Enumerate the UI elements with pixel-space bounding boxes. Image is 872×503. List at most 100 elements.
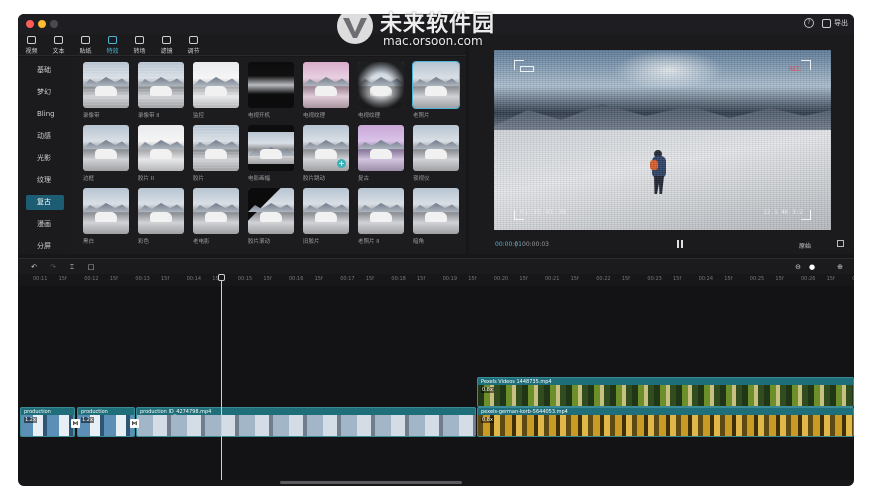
minimize-window-button[interactable] [38, 20, 46, 28]
aspect-ratio-dropdown[interactable]: 原始 [799, 241, 811, 250]
tool-effects[interactable]: 特效 [99, 34, 126, 56]
effect-thumbnail [303, 188, 349, 234]
ruler-tick-label: 15f [109, 276, 118, 282]
filter-icon [162, 35, 171, 44]
effect-tile[interactable]: 老电影 [193, 188, 239, 245]
category-dynamic[interactable]: 动感 [26, 129, 64, 144]
effect-tile[interactable]: 胶片 [193, 125, 239, 182]
zoom-in-icon[interactable]: ⊕ [836, 263, 844, 271]
category-texture[interactable]: 纹理 [26, 173, 64, 188]
effect-tile[interactable]: 录像带 II [138, 62, 184, 119]
effect-thumbnail [248, 125, 294, 171]
export-label: 导出 [834, 19, 848, 27]
effects-icon [108, 35, 117, 44]
current-time: 00:00:01 [495, 241, 522, 248]
timeline-clip[interactable]: pexels-german-korb-5644053.mp4 0.8x [477, 407, 854, 437]
timeline-clip[interactable]: production 1.2x [20, 407, 75, 437]
preview-video[interactable]: REC 01:35:01:38 12.1 4K 3:2 [494, 50, 831, 230]
effect-tile[interactable]: 胶片 II [138, 125, 184, 182]
effect-tile[interactable]: + 胶片跳动 [303, 125, 349, 182]
ruler-tick-label: 00:15 [237, 276, 253, 282]
fullscreen-icon[interactable] [837, 240, 844, 247]
timeline-ruler[interactable]: 00:11 15f 00:12 15f 00:13 15f 00:14 15f 00:15 15f… [18, 274, 854, 286]
export-icon [822, 18, 831, 28]
playhead-line[interactable] [221, 274, 222, 480]
close-window-button[interactable] [26, 20, 34, 28]
effect-tile[interactable]: 监控 [193, 62, 239, 119]
effect-thumbnail: + [303, 125, 349, 171]
timeline-clip[interactable]: production 1.2x [77, 407, 135, 437]
effect-tile[interactable]: 电影画幅 [248, 125, 294, 182]
ruler-tick-label: 15f [314, 276, 323, 282]
tool-text[interactable]: 文本 [45, 34, 72, 56]
tool-video[interactable]: 视频 [18, 34, 45, 56]
effect-thumbnail [83, 188, 129, 234]
effect-tile[interactable]: 电视开机 [248, 62, 294, 119]
split-icon[interactable]: ⌶ [68, 263, 76, 271]
effect-tile[interactable]: 夜视仪 [413, 125, 459, 182]
effect-tile[interactable]: 电视纹理 [303, 62, 349, 119]
playhead-handle[interactable] [218, 274, 225, 281]
category-basic[interactable]: 基础 [26, 63, 64, 78]
effect-thumbnail [303, 62, 349, 108]
transition-marker-icon[interactable]: ⋈ [71, 419, 80, 428]
question-circle-icon[interactable]: ? [804, 18, 814, 28]
effect-label: 暗角 [413, 239, 425, 245]
ruler-tick-label: 00:11 [33, 276, 48, 282]
ruler-tick-label: 00:26 [801, 276, 816, 282]
tool-adjust[interactable]: 调节 [180, 34, 207, 56]
effect-tile[interactable]: 胶片滚动 [248, 188, 294, 245]
effect-tile[interactable]: 边框 [83, 125, 129, 182]
ruler-tick-label: 00:21 [545, 276, 560, 282]
effect-tile[interactable]: 彩色 [138, 188, 184, 245]
timeline-horizontal-scrollbar[interactable] [280, 481, 462, 484]
ruler-tick-label: 15f [519, 276, 528, 282]
effect-label: 电视纹理 [358, 113, 381, 119]
redo-icon[interactable]: ↷ [49, 263, 57, 271]
effect-tile[interactable]: 老照片 [412, 61, 460, 119]
export-button[interactable]: 导出 [822, 18, 848, 28]
effect-category-list: 基础 梦幻 Bling 动感 光影 纹理 复古 漫画 分屏 [18, 57, 71, 254]
timeline-clip-overlay[interactable]: Pexels Videos 1448735.mp4 0.8x [477, 377, 854, 407]
ruler-tick-label: 15f [621, 276, 630, 282]
video-icon [27, 35, 36, 44]
tool-filter[interactable]: 滤镜 [153, 34, 180, 56]
transition-marker-icon[interactable]: ⋈ [130, 419, 139, 428]
text-icon [54, 35, 63, 44]
effect-thumbnail [83, 125, 129, 171]
pause-button[interactable] [676, 240, 684, 248]
effect-tile[interactable]: 老照片 II [358, 188, 404, 245]
category-retro[interactable]: 复古 [26, 195, 64, 210]
effect-tile[interactable]: 暗角 [413, 188, 459, 245]
category-light[interactable]: 光影 [26, 151, 64, 166]
zoom-window-button[interactable] [50, 20, 58, 28]
category-split[interactable]: 分屏 [26, 239, 64, 254]
effect-tile[interactable]: 录像带 [83, 62, 129, 119]
effect-tile[interactable]: 旧胶片 [303, 188, 349, 245]
ruler-tick-label: 15f [724, 276, 733, 282]
category-dreamy[interactable]: 梦幻 [26, 85, 64, 100]
effect-thumbnail [83, 62, 129, 108]
add-effect-icon[interactable]: + [337, 159, 346, 168]
ruler-tick-label: 15f [673, 276, 682, 282]
effect-thumbnail [248, 188, 294, 234]
delete-icon[interactable]: □ [87, 263, 95, 271]
effect-label: 复古 [358, 176, 370, 182]
total-duration: 00:00:03 [522, 241, 549, 248]
zoom-out-icon[interactable]: ⊖ [794, 263, 802, 271]
ruler-tick-label: 00:18 [391, 276, 406, 282]
category-comic[interactable]: 漫画 [26, 217, 64, 232]
undo-icon[interactable]: ↶ [30, 263, 38, 271]
effect-thumbnail [358, 125, 404, 171]
tool-sticker[interactable]: 贴纸 [72, 34, 99, 56]
ruler-tick-label: 00:12 [84, 276, 99, 282]
effect-tile[interactable]: 黑白 [83, 188, 129, 245]
tool-transition[interactable]: 转场 [126, 34, 153, 56]
timeline-clip[interactable]: production ID_4274798.mp4 [136, 407, 476, 437]
ruler-tick-label: 00:17 [340, 276, 355, 282]
category-bling[interactable]: Bling [26, 107, 64, 122]
effect-tile[interactable]: 复古 [358, 125, 404, 182]
effect-thumbnail [358, 188, 404, 234]
zoom-slider-knob[interactable]: ● [808, 263, 816, 271]
effect-tile[interactable]: 电视纹理 [358, 62, 404, 119]
